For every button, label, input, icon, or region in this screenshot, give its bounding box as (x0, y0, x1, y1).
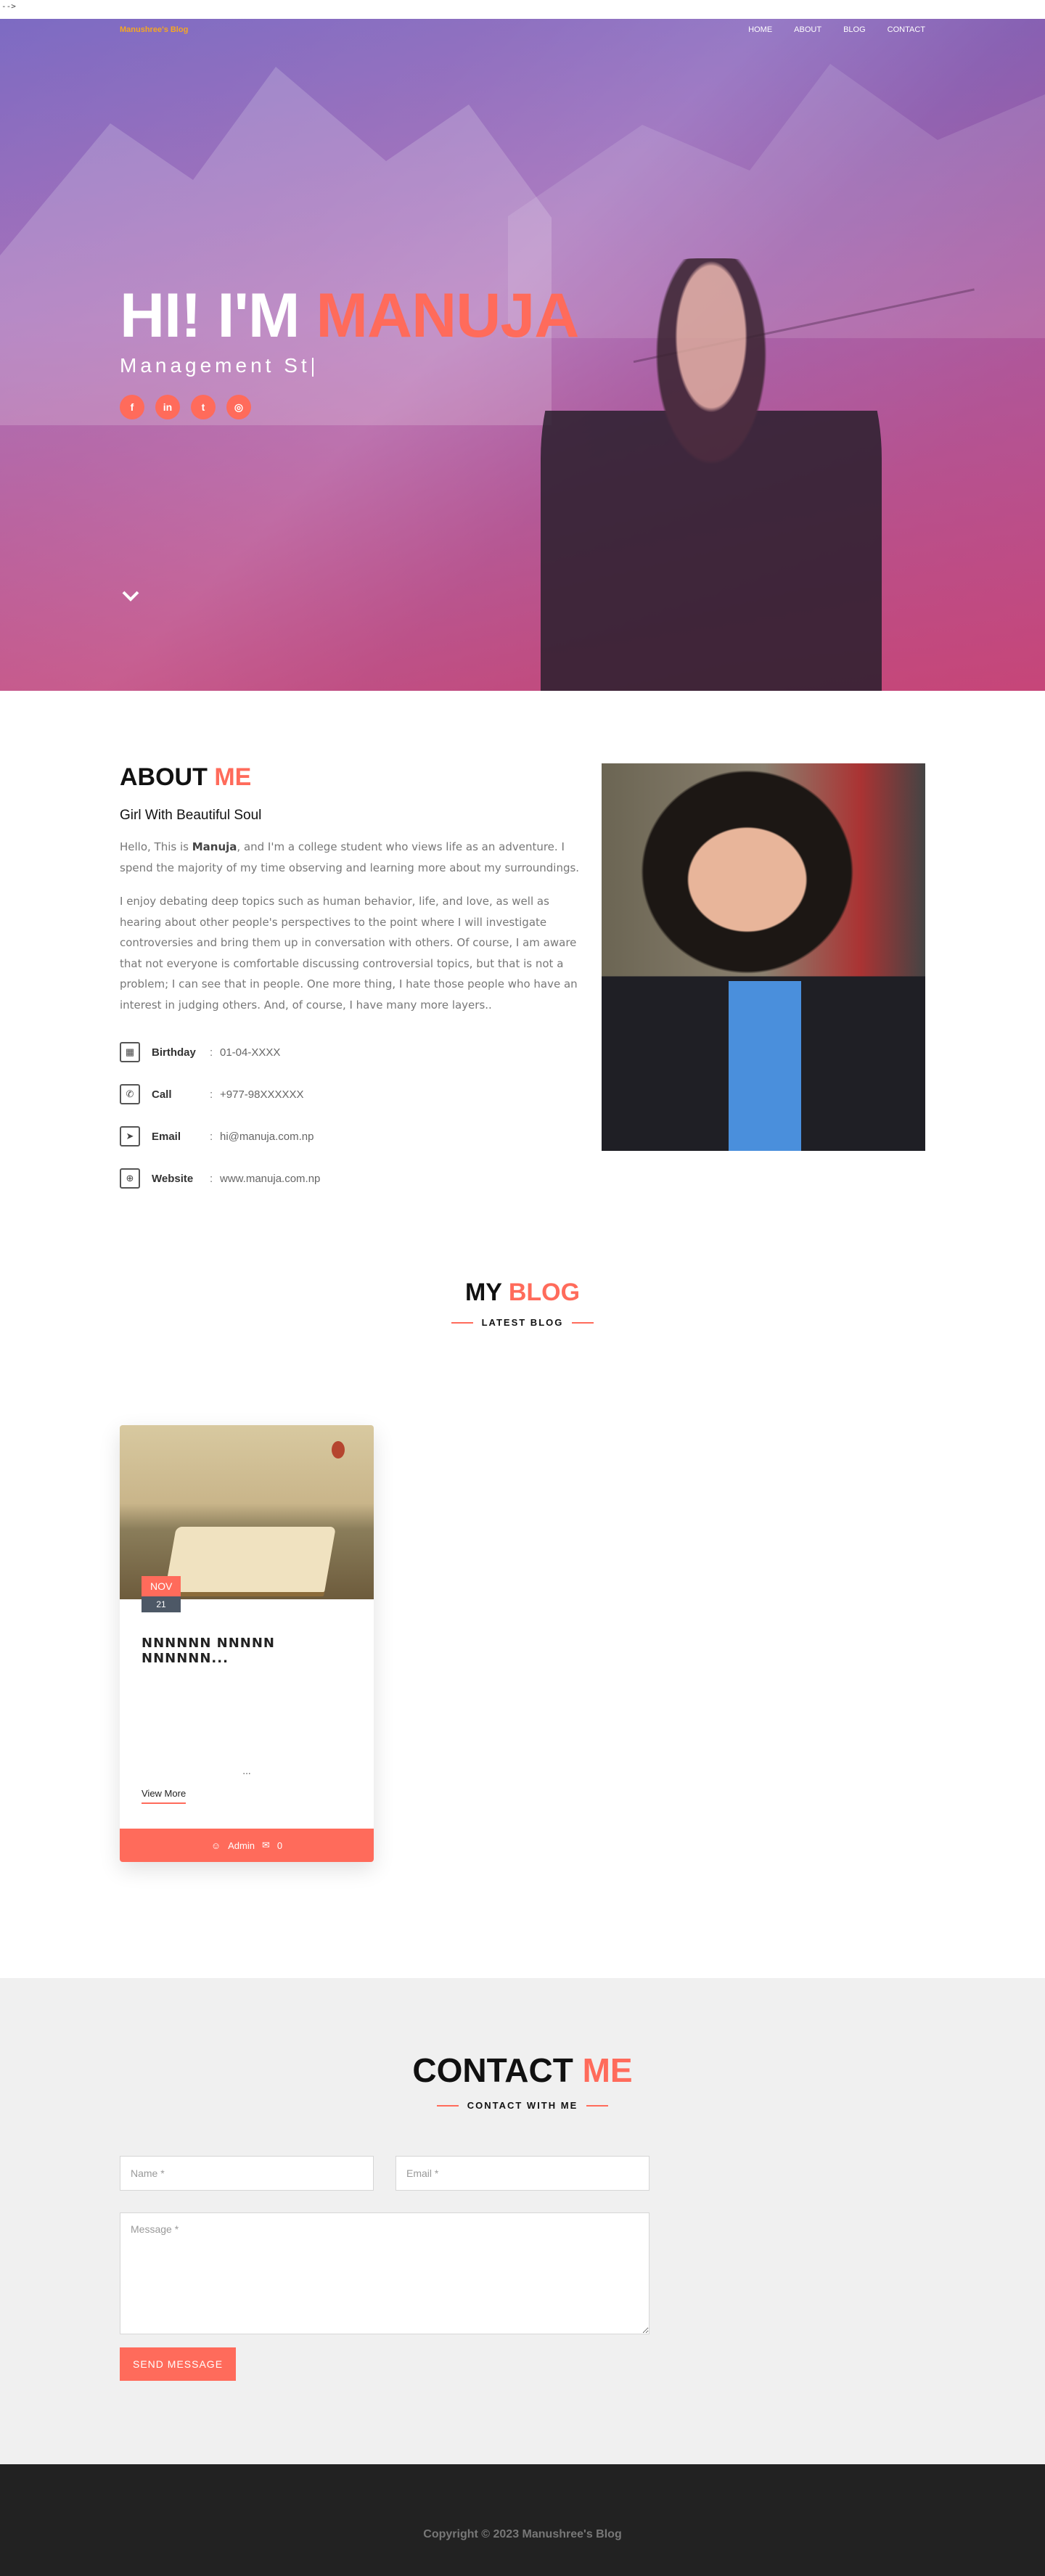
blog-card-image[interactable]: NOV 21 (120, 1425, 374, 1612)
linkedin-icon[interactable]: in (155, 395, 180, 419)
balloon-illustration (332, 1441, 345, 1459)
view-more-link[interactable]: View More (142, 1788, 187, 1804)
message-field[interactable] (120, 2212, 649, 2334)
about-p1-name: Manuja (192, 840, 237, 853)
hero-portrait (541, 258, 882, 691)
info-label: Call (152, 1088, 172, 1101)
nav-home[interactable]: HOME (748, 25, 772, 34)
personal-info-list: ▦ Birthday : 01-04-XXXX ✆ Call : +977-98… (120, 1031, 584, 1199)
about-heading-main: ABOUT (120, 763, 208, 791)
info-row-email: ➤ Email : hi@manuja.com.np (120, 1115, 584, 1157)
contact-form: SEND MESSAGE (120, 2156, 649, 2381)
info-label: Website (152, 1172, 194, 1185)
hero-title-prefix: HI! I'M (120, 281, 316, 350)
contact-sub-text: CONTACT WITH ME (467, 2100, 578, 2111)
blog-card[interactable]: NOV 21 ΝΝΝΝΝΝ ΝΝΝΝΝ ΝΝΝΝΝΝ... ... View M… (120, 1425, 374, 1862)
blog-heading-accent: BLOG (508, 1279, 581, 1306)
contact-heading-main: CONTACT (412, 2051, 573, 2089)
blog-card-title[interactable]: ΝΝΝΝΝΝ ΝΝΝΝΝ ΝΝΝΝΝΝ... (142, 1636, 352, 1666)
contact-section: CONTACT ME CONTACT WITH ME SEND MESSAGE (0, 1978, 1045, 2464)
stray-comment-text: --> (1, 1, 16, 11)
author-name: Admin (228, 1839, 255, 1851)
blog-subheading: LATEST BLOG (0, 1317, 1045, 1328)
info-row-call: ✆ Call : +977-98XXXXXX (120, 1073, 584, 1115)
info-row-website: ⊕ Website : www.manuja.com.np (120, 1157, 584, 1199)
info-row-birthday: ▦ Birthday : 01-04-XXXX (120, 1031, 584, 1073)
name-field[interactable] (120, 2156, 374, 2191)
info-value[interactable]: www.manuja.com.np (220, 1173, 320, 1185)
book-illustration (165, 1527, 336, 1592)
send-icon: ➤ (120, 1126, 140, 1147)
twitter-icon[interactable]: t (191, 395, 216, 419)
chevron-down-icon[interactable] (120, 585, 142, 607)
email-field[interactable] (396, 2156, 649, 2191)
phone-icon: ✆ (120, 1084, 140, 1104)
divider-line (436, 2104, 459, 2107)
comment-count: 0 (276, 1839, 283, 1851)
contact-heading-accent: ME (582, 2051, 633, 2089)
date-month: NOV (142, 1576, 181, 1596)
nav-links: HOME ABOUT BLOG CONTACT (748, 25, 925, 34)
footer: Copyright © 2023 Manushree's Blog (0, 2464, 1045, 2576)
nav-about[interactable]: ABOUT (794, 25, 821, 34)
blog-card-body: ΝΝΝΝΝΝ ΝΝΝΝΝ ΝΝΝΝΝΝ... ... View More (120, 1599, 374, 1827)
comments-icon: ✉ (262, 1839, 270, 1850)
form-row (120, 2156, 649, 2191)
nav-contact[interactable]: CONTACT (888, 25, 925, 34)
divider-line (572, 1321, 594, 1324)
info-value[interactable]: +977-98XXXXXX (220, 1088, 304, 1101)
hero-typed-text: Management St (120, 354, 311, 377)
info-separator: : (210, 1130, 213, 1143)
blog-heading-main: MY (464, 1279, 502, 1306)
info-value: 01-04-XXXX (220, 1046, 281, 1059)
about-text-column: ABOUT ME Girl With Beautiful Soul Hello,… (120, 763, 584, 1199)
info-separator: : (210, 1088, 213, 1101)
blog-card-meta: ☺ Admin ✉ 0 (120, 1829, 374, 1862)
divider-line (451, 1321, 473, 1324)
divider-line (586, 2104, 609, 2107)
blog-heading: MY BLOG (0, 1279, 1045, 1307)
send-message-button[interactable]: SEND MESSAGE (120, 2347, 237, 2381)
brand-logo[interactable]: Manushree's Blog (120, 25, 188, 34)
contact-heading: CONTACT ME (0, 2051, 1045, 2090)
about-paragraph-2: I enjoy debating deep topics such as hum… (120, 895, 578, 1012)
blog-sub-text: LATEST BLOG (481, 1317, 564, 1328)
users-icon: ☺ (210, 1839, 221, 1851)
info-label: Email (152, 1130, 181, 1143)
instagram-icon[interactable]: ◎ (226, 395, 251, 419)
copyright-text: Copyright © 2023 Manushree's Blog (423, 2528, 622, 2540)
facebook-icon[interactable]: f (120, 395, 144, 419)
info-value[interactable]: hi@manuja.com.np (220, 1131, 314, 1143)
photo-shirt-shape (729, 981, 801, 1151)
globe-icon: ⊕ (120, 1168, 140, 1189)
hero-title-name: MANUJA (316, 281, 579, 350)
info-separator: : (210, 1172, 213, 1185)
hero-section: Manushree's Blog HOME ABOUT BLOG CONTACT… (0, 19, 1045, 691)
hero-subtitle: Management St (120, 354, 314, 377)
about-heading-accent: ME (214, 763, 252, 791)
typing-cursor (311, 357, 314, 377)
info-separator: : (210, 1046, 213, 1059)
calendar-icon: ▦ (120, 1042, 140, 1062)
about-p1-start: Hello, This is (120, 840, 192, 853)
nav-blog[interactable]: BLOG (843, 25, 866, 34)
about-heading: ABOUT ME (120, 763, 584, 792)
about-paragraph-1: Hello, This is Manuja, and I'm a college… (120, 837, 584, 878)
blog-card-ellipsis: ... (242, 1766, 251, 1776)
top-navbar: Manushree's Blog HOME ABOUT BLOG CONTACT (0, 19, 1045, 41)
about-photo (602, 763, 925, 1151)
blog-section: MY BLOG LATEST BLOG NOV 21 ΝΝΝΝΝΝ ΝΝΝΝΝ … (0, 1279, 1045, 1978)
hero-title: HI! I'M MANUJA (120, 280, 579, 352)
social-links: f in t ◎ (120, 395, 251, 419)
info-label: Birthday (152, 1046, 196, 1059)
about-section: ABOUT ME Girl With Beautiful Soul Hello,… (0, 691, 1045, 1279)
about-subheading: Girl With Beautiful Soul (120, 808, 262, 823)
contact-subheading: CONTACT WITH ME (0, 2100, 1045, 2111)
